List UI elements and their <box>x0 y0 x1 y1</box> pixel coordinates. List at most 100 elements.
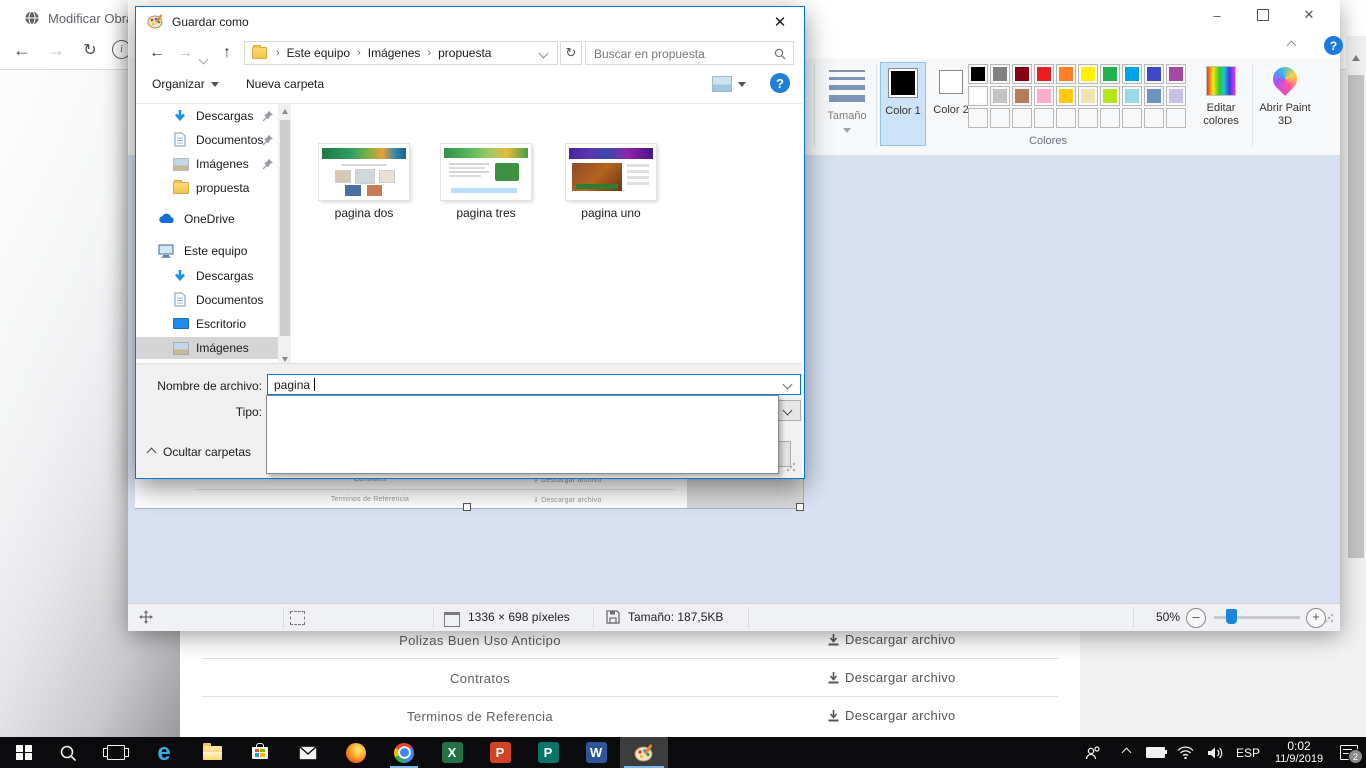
hide-folders-button[interactable]: Ocultar carpetas <box>148 445 251 459</box>
palette-swatch[interactable] <box>1100 64 1120 84</box>
mail-button[interactable] <box>284 737 332 768</box>
filename-input[interactable]: pagina <box>267 374 801 395</box>
palette-swatch[interactable] <box>968 86 988 106</box>
palette-swatch[interactable] <box>1056 64 1076 84</box>
sidebar-scrollbar[interactable] <box>278 104 291 366</box>
people-button[interactable] <box>1076 737 1110 768</box>
palette-swatch[interactable] <box>1012 86 1032 106</box>
palette-empty-slot[interactable] <box>968 108 988 128</box>
palette-swatch[interactable] <box>1078 86 1098 106</box>
address-refresh-button[interactable]: ↻ <box>560 41 582 65</box>
palette-swatch[interactable] <box>1122 86 1142 106</box>
palette-swatch[interactable] <box>1078 64 1098 84</box>
word-button[interactable]: W <box>572 737 620 768</box>
dialog-close-button[interactable]: ✕ <box>758 7 802 36</box>
close-button[interactable]: ✕ <box>1286 0 1332 30</box>
battery-button[interactable] <box>1140 737 1170 768</box>
powerpoint-button[interactable]: P <box>476 737 524 768</box>
browser-forward-button[interactable]: → <box>42 36 70 64</box>
action-center-button[interactable]: 2 <box>1332 737 1366 768</box>
edit-colors-button[interactable]: Editar colores <box>1194 62 1248 146</box>
palette-empty-slot[interactable] <box>1166 108 1186 128</box>
breadcrumb-item[interactable]: propuesta <box>438 46 491 60</box>
dialog-back-button[interactable]: ← <box>144 41 170 65</box>
breadcrumb-item[interactable]: Imágenes <box>368 46 421 60</box>
sidebar-item-descargas-2[interactable]: Descargas <box>136 265 278 287</box>
view-mode-button[interactable] <box>712 76 746 92</box>
sidebar-item-escritorio[interactable]: Escritorio <box>136 313 278 335</box>
browser-refresh-button[interactable]: ↻ <box>76 36 104 64</box>
palette-swatch[interactable] <box>1144 64 1164 84</box>
store-button[interactable] <box>236 737 284 768</box>
language-button[interactable]: ESP <box>1230 737 1266 768</box>
search-input[interactable] <box>592 45 766 63</box>
file-item-pagina-tres[interactable]: pagina tres <box>426 144 546 234</box>
download-link[interactable]: Descargar archivo <box>828 708 956 723</box>
recent-locations-arrow[interactable] <box>200 50 207 68</box>
palette-empty-slot[interactable] <box>1034 108 1054 128</box>
scrollbar-up-arrow[interactable] <box>1346 50 1366 66</box>
palette-swatch[interactable] <box>1056 86 1076 106</box>
wifi-button[interactable] <box>1170 737 1200 768</box>
color1-button[interactable]: Color 1 <box>880 62 926 146</box>
palette-empty-slot[interactable] <box>1056 108 1076 128</box>
dialog-titlebar[interactable]: Guardar como ✕ <box>136 7 802 36</box>
palette-swatch[interactable] <box>1100 86 1120 106</box>
sidebar-item-documentos-2[interactable]: Documentos <box>136 289 278 311</box>
maximize-button[interactable] <box>1240 0 1286 30</box>
size-button[interactable]: Tamaño <box>820 62 874 146</box>
palette-swatch[interactable] <box>990 86 1010 106</box>
scrollbar-up-arrow[interactable] <box>278 104 291 118</box>
sidebar-item-documentos[interactable]: Documentos <box>136 129 278 151</box>
zoom-in-button[interactable]: + <box>1306 608 1326 628</box>
ribbon-collapse-button[interactable] <box>1280 36 1302 54</box>
sidebar-item-imagenes[interactable]: Imágenes <box>136 153 278 175</box>
chrome-button[interactable] <box>380 737 428 768</box>
dialog-forward-button[interactable]: → <box>172 41 198 65</box>
breadcrumb-item[interactable]: Este equipo <box>287 46 350 60</box>
tray-expand-button[interactable] <box>1112 737 1140 768</box>
download-link[interactable]: Descargar archivo <box>828 670 956 685</box>
palette-swatch[interactable] <box>968 64 988 84</box>
scrollbar-thumb[interactable] <box>280 120 290 336</box>
canvas-resize-handle-bottom[interactable] <box>463 503 471 511</box>
paint-button[interactable] <box>620 737 668 768</box>
breadcrumb-dropdown-icon[interactable] <box>539 49 549 59</box>
file-item-pagina-uno[interactable]: pagina uno <box>551 144 671 234</box>
palette-swatch[interactable] <box>1144 86 1164 106</box>
sidebar-item-propuesta[interactable]: propuesta <box>136 177 278 199</box>
file-item-pagina-dos[interactable]: pagina dos <box>304 144 424 234</box>
canvas-resize-handle-corner[interactable] <box>796 503 804 511</box>
zoom-out-button[interactable]: – <box>1186 608 1206 628</box>
palette-empty-slot[interactable] <box>1012 108 1032 128</box>
palette-swatch[interactable] <box>1034 86 1054 106</box>
palette-swatch[interactable] <box>1122 64 1142 84</box>
start-button[interactable] <box>0 737 48 768</box>
paint-help-button[interactable]: ? <box>1324 36 1343 55</box>
sidebar-item-onedrive[interactable]: OneDrive <box>136 208 278 230</box>
palette-swatch[interactable] <box>1034 64 1054 84</box>
palette-swatch[interactable] <box>1166 64 1186 84</box>
excel-button[interactable]: X <box>428 737 476 768</box>
up-one-level-button[interactable]: ↑ <box>214 41 240 65</box>
filename-dropdown-icon[interactable] <box>783 380 793 390</box>
minimize-button[interactable]: – <box>1194 0 1240 30</box>
dialog-resize-grip[interactable] <box>786 462 796 472</box>
palette-empty-slot[interactable] <box>990 108 1010 128</box>
organize-menu-button[interactable]: Organizar <box>152 77 219 91</box>
new-folder-button[interactable]: Nueva carpeta <box>246 77 324 91</box>
taskbar-search-button[interactable] <box>44 737 92 768</box>
palette-empty-slot[interactable] <box>1122 108 1142 128</box>
palette-empty-slot[interactable] <box>1144 108 1164 128</box>
palette-swatch[interactable] <box>1012 64 1032 84</box>
clock-button[interactable]: 0:02 11/9/2019 <box>1266 737 1332 768</box>
scrollbar-thumb[interactable] <box>1348 75 1364 558</box>
browser-back-button[interactable]: ← <box>8 36 36 64</box>
autocomplete-dropdown[interactable] <box>266 395 779 474</box>
browser-scrollbar[interactable] <box>1346 36 1366 737</box>
file-explorer-button[interactable] <box>188 737 236 768</box>
volume-button[interactable] <box>1200 737 1230 768</box>
open-paint3d-button[interactable]: Abrir Paint 3D <box>1256 62 1314 146</box>
publisher-button[interactable]: P <box>524 737 572 768</box>
zoom-slider-thumb[interactable] <box>1226 609 1237 624</box>
